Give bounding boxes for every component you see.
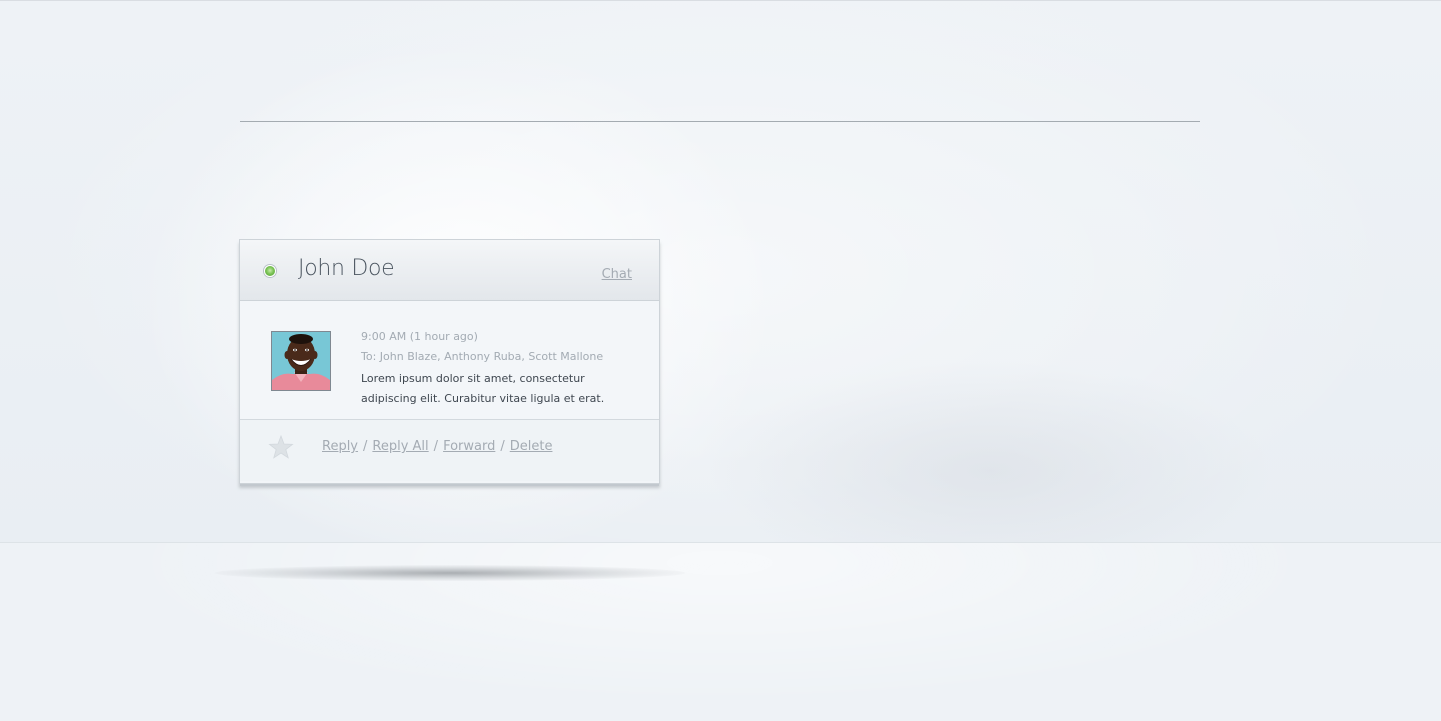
page-backdrop: [0, 1, 1441, 542]
action-separator: /: [500, 439, 505, 454]
message-card: John Doe Chat 9:00 AM (1 hour ago) To: J…: [239, 239, 660, 484]
message-actions: Reply / Reply All / Forward / Delete: [322, 439, 552, 454]
horizontal-divider: [240, 121, 1200, 122]
avatar: [271, 331, 331, 391]
forward-link[interactable]: Forward: [443, 439, 495, 454]
message-recipients: To: John Blaze, Anthony Ruba, Scott Mall…: [361, 350, 604, 363]
message-time: 9:00 AM (1 hour ago): [361, 330, 478, 343]
page-floor: [0, 542, 1441, 721]
chat-link[interactable]: Chat: [602, 267, 632, 282]
card-footer: Reply / Reply All / Forward / Delete: [240, 420, 659, 481]
action-separator: /: [433, 439, 439, 454]
message-body: 9:00 AM (1 hour ago) To: John Blaze, Ant…: [240, 301, 659, 420]
action-separator: /: [363, 439, 368, 454]
message-text: Lorem ipsum dolor sit amet, consectetur …: [361, 372, 605, 405]
card-header: John Doe Chat: [240, 240, 659, 301]
online-status-icon: [264, 265, 276, 277]
reply-link[interactable]: Reply: [322, 439, 358, 454]
delete-link[interactable]: Delete: [510, 439, 553, 454]
reply-all-link[interactable]: Reply All: [372, 439, 428, 454]
contact-name: John Doe: [298, 256, 395, 281]
star-icon[interactable]: [268, 434, 294, 460]
card-floor-shadow: [215, 565, 685, 581]
